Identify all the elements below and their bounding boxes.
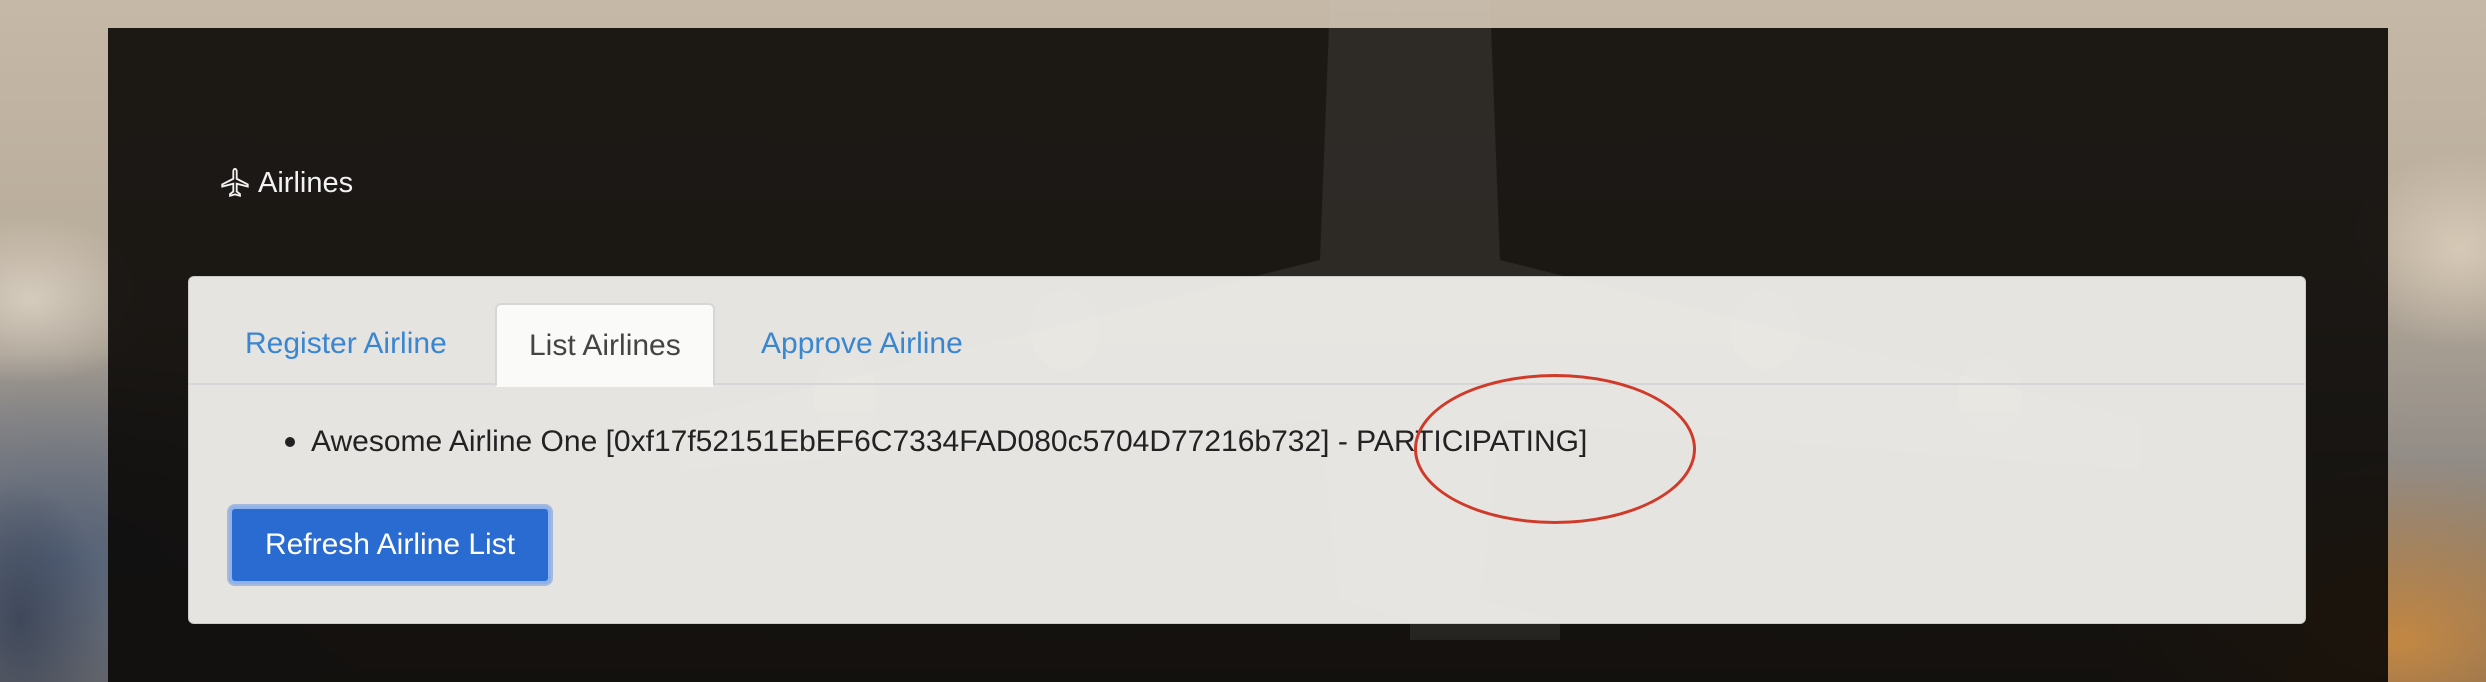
airline-list: Awesome Airline One [0xf17f52151EbEF6C73… bbox=[279, 425, 1587, 459]
list-item: Awesome Airline One [0xf17f52151EbEF6C73… bbox=[279, 425, 1587, 459]
airplane-icon bbox=[218, 166, 252, 200]
bullet-icon bbox=[285, 437, 295, 447]
page-heading: Airlines bbox=[218, 166, 353, 200]
page-title: Airlines bbox=[258, 166, 354, 199]
tab-list-airlines[interactable]: List Airlines bbox=[495, 303, 715, 387]
airlines-panel: Register Airline List Airlines Approve A… bbox=[188, 276, 2306, 624]
airline-entry-text: Awesome Airline One [0xf17f52151EbEF6C73… bbox=[311, 425, 1588, 458]
tab-bar: Register Airline List Airlines Approve A… bbox=[189, 277, 2305, 387]
refresh-airline-list-button[interactable]: Refresh Airline List bbox=[229, 506, 551, 584]
tab-approve-airline[interactable]: Approve Airline bbox=[729, 303, 995, 385]
tab-register-airline[interactable]: Register Airline bbox=[213, 303, 479, 385]
